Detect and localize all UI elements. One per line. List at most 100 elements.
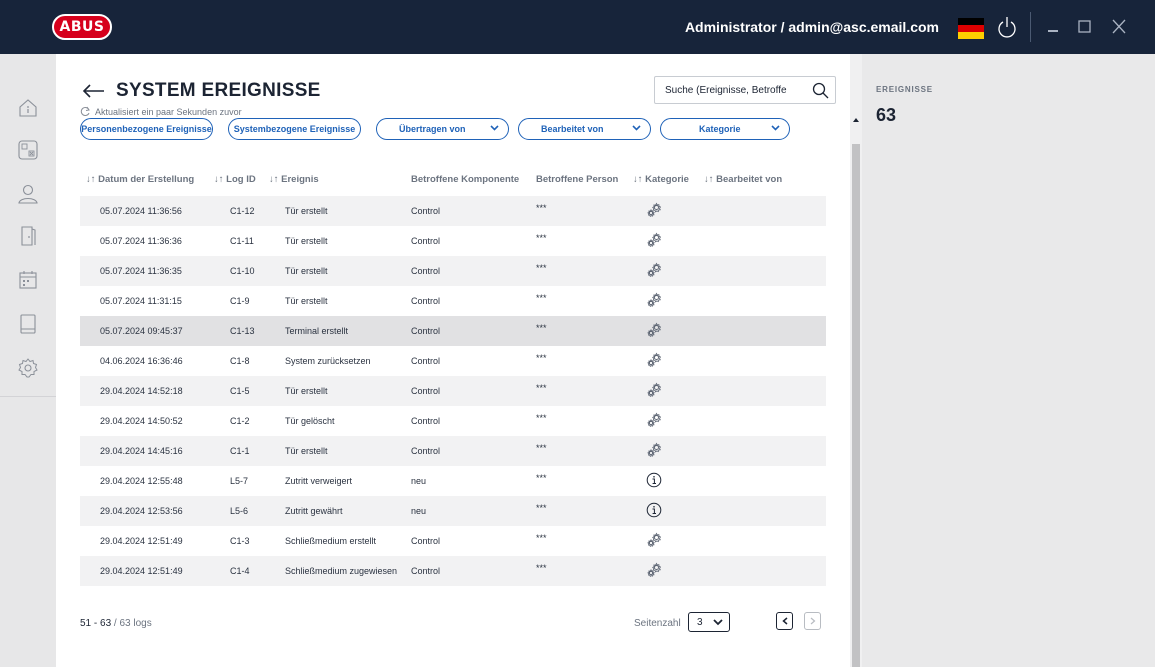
column-category[interactable]: ↓↑ Kategorie	[633, 174, 689, 185]
search-input[interactable]	[655, 84, 803, 96]
filter-edited-dropdown[interactable]: Bearbeitet von	[518, 118, 651, 140]
previous-page-button[interactable]	[776, 612, 793, 630]
language-flag-icon[interactable]	[958, 18, 984, 39]
table-row[interactable]: 04.06.2024 16:36:46 C1-8 System zurücksetz…	[80, 346, 826, 376]
scroll-up-arrow[interactable]	[853, 118, 859, 122]
chevron-down-icon	[771, 125, 780, 131]
cell-event: Tür erstellt	[285, 446, 328, 456]
cell-date: 05.07.2024 11:36:36	[100, 236, 182, 246]
user-icon[interactable]	[16, 182, 40, 206]
cell-logid: C1-10	[230, 266, 255, 276]
device-icon[interactable]	[16, 312, 40, 336]
system-gear-icon	[646, 442, 662, 458]
cell-component: Control	[411, 266, 441, 276]
refresh-icon[interactable]	[80, 106, 91, 117]
chevron-left-icon	[781, 617, 787, 625]
door-icon[interactable]	[16, 224, 40, 248]
settings-icon[interactable]	[16, 356, 40, 380]
table-row[interactable]: 05.07.2024 11:36:35 C1-10 Tür erstellt Cont…	[80, 256, 826, 286]
scroll-thumb[interactable]	[852, 144, 860, 667]
range-rest: / 63 logs	[111, 618, 152, 629]
cell-date: 29.04.2024 12:51:49	[100, 566, 183, 576]
table-body: 05.07.2024 11:36:56 C1-12 Tür erstellt Cont…	[80, 196, 826, 586]
calendar-icon[interactable]	[16, 268, 40, 292]
table-row[interactable]: 05.07.2024 11:36:56 C1-12 Tür erstellt Cont…	[80, 196, 826, 226]
minimize-icon[interactable]	[1043, 14, 1065, 40]
table-row[interactable]: 05.07.2024 11:36:36 C1-11 Tür erstellt Cont…	[80, 226, 826, 256]
table-row[interactable]: 29.04.2024 14:52:18 C1-5 Tür erstellt Contr…	[80, 376, 826, 406]
cell-person: ***	[536, 473, 547, 483]
cell-person: ***	[536, 563, 547, 573]
search-icon[interactable]	[812, 82, 829, 99]
cell-person: ***	[536, 203, 547, 213]
cell-logid: C1-5	[230, 386, 250, 396]
filter-edited-label: Bearbeitet von	[541, 124, 604, 134]
filter-system-label: Systembezogene Ereignisse	[233, 124, 356, 134]
cell-event: Tür erstellt	[285, 296, 328, 306]
cell-component: neu	[411, 476, 427, 486]
next-page-button[interactable]	[804, 612, 821, 630]
table-row[interactable]: 29.04.2024 12:51:49 C1-3 Schließmedium ers…	[80, 526, 826, 556]
table-row[interactable]: 05.07.2024 11:31:15 C1-9 Tür erstellt Contr…	[80, 286, 826, 316]
info-icon	[646, 502, 662, 518]
controller-icon[interactable]	[16, 138, 40, 162]
column-event[interactable]: ↓↑ Ereignis	[269, 174, 319, 185]
chevron-down-icon	[632, 125, 641, 131]
cell-logid: C1-9	[230, 296, 250, 306]
system-gear-icon	[646, 532, 662, 548]
cell-event: Tür gelöscht	[285, 416, 335, 426]
cell-person: ***	[536, 233, 547, 243]
pagination-range: 51 - 63 / 63 logs	[80, 618, 152, 629]
column-editor[interactable]: ↓↑ Bearbeitet von	[704, 174, 782, 185]
user-label[interactable]: Administrator / admin@asc.email.com	[685, 19, 939, 35]
stats-panel: EREIGNISSE 63	[862, 54, 1155, 667]
power-icon[interactable]	[996, 14, 1018, 40]
system-gear-icon	[646, 562, 662, 578]
topbar-divider	[1030, 12, 1031, 42]
table-row[interactable]: 29.04.2024 12:55:48 L5-7 Zutritt verweiger…	[80, 466, 826, 496]
column-logid[interactable]: ↓↑ Log ID	[214, 174, 256, 185]
cell-component: neu	[411, 506, 427, 516]
system-gear-icon	[646, 322, 662, 338]
cell-component: Control	[411, 386, 441, 396]
filter-transferred-dropdown[interactable]: Übertragen von	[376, 118, 509, 140]
cell-date: 29.04.2024 14:52:18	[100, 386, 183, 396]
cell-logid: C1-1	[230, 446, 250, 456]
cell-event: Tür erstellt	[285, 206, 328, 216]
refresh-status[interactable]: Aktualisiert ein paar Sekunden zuvor	[80, 106, 242, 117]
cell-date: 29.04.2024 14:50:52	[100, 416, 183, 426]
range-bold: 51 - 63	[80, 618, 112, 629]
table-row[interactable]: 29.04.2024 14:50:52 C1-2 Tür gelöscht Contr…	[80, 406, 826, 436]
table-row[interactable]: 05.07.2024 09:45:37 C1-13 Terminal erstell…	[80, 316, 826, 346]
info-icon	[646, 472, 662, 488]
cell-component: Control	[411, 296, 441, 306]
cell-logid: C1-8	[230, 356, 250, 366]
system-gear-icon	[646, 232, 662, 248]
cell-logid: C1-12	[230, 206, 255, 216]
home-icon[interactable]	[16, 96, 40, 120]
page-number-select[interactable]: 3	[688, 612, 730, 632]
back-arrow-icon[interactable]	[82, 83, 106, 99]
cell-event: Schließmedium zugewiesen	[285, 566, 398, 576]
chevron-right-icon	[810, 617, 815, 625]
filter-category-dropdown[interactable]: Kategorie	[660, 118, 790, 140]
cell-person: ***	[536, 503, 547, 513]
close-icon[interactable]	[1108, 14, 1130, 40]
system-gear-icon	[646, 292, 662, 308]
search-box[interactable]	[654, 76, 836, 104]
page-title: SYSTEM EREIGNISSE	[116, 80, 321, 101]
column-date[interactable]: ↓↑ Datum der Erstellung	[86, 174, 194, 185]
filter-personal-label: Personenbezogene Ereignisse	[81, 124, 212, 134]
scrollbar[interactable]	[850, 54, 862, 667]
table-row[interactable]: 29.04.2024 12:51:49 C1-4 Schließmedium zug…	[80, 556, 826, 586]
table-row[interactable]: 29.04.2024 14:45:16 C1-1 Tür erstellt Contr…	[80, 436, 826, 466]
system-gear-icon	[646, 412, 662, 428]
table-header: ↓↑ Datum der Erstellung ↓↑ Log ID ↓↑ Ere…	[80, 172, 826, 188]
filter-system-events[interactable]: Systembezogene Ereignisse	[228, 118, 361, 140]
cell-component: Control	[411, 446, 441, 456]
table-row[interactable]: 29.04.2024 12:53:56 L5-6 Zutritt gewährt ne…	[80, 496, 826, 526]
cell-event: Tür erstellt	[285, 236, 328, 246]
chevron-down-icon	[490, 125, 499, 131]
filter-personal-events[interactable]: Personenbezogene Ereignisse	[80, 118, 213, 140]
maximize-icon[interactable]	[1073, 14, 1095, 40]
